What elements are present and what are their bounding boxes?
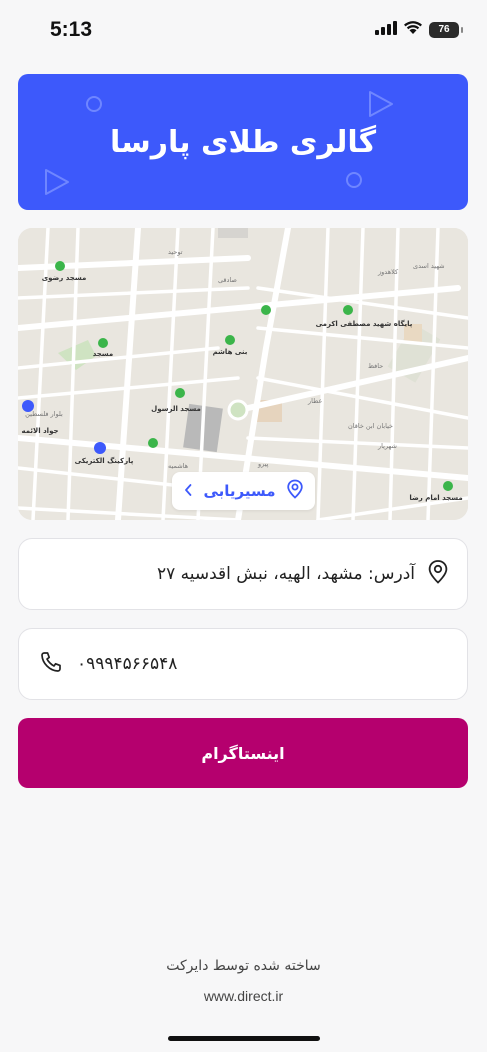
chevron-left-icon xyxy=(183,482,193,501)
map-label-parking: پارکینگ الکتریکی xyxy=(75,456,134,465)
map-label-masjed-rasool: مسجد الرسول xyxy=(151,405,201,413)
map-label-masjed-imam-reza: مسجد امام رضا xyxy=(409,494,462,502)
location-pin-icon xyxy=(286,479,304,503)
map-label-javad: جواد الائمه xyxy=(21,427,58,435)
phone-card[interactable]: ۰۹۹۹۴۵۶۶۵۴۸ xyxy=(18,628,468,700)
map-label-felestin: بلوار فلسطین xyxy=(25,410,63,418)
page-title: گالری طلای پارسا xyxy=(109,124,377,160)
battery-level: 76 xyxy=(438,24,450,35)
header-banner: گالری طلای پارسا xyxy=(18,74,468,210)
map-label-masjed: مسجد xyxy=(93,350,114,358)
footer-link[interactable]: www.direct.ir xyxy=(0,988,487,1004)
street-label-asadi: شهید اسدی xyxy=(413,262,445,270)
map-label-paygah: پایگاه شهید مصطفی اکرمی xyxy=(316,319,413,328)
street-label-ebn-khaghan: خیابان ابن خاقان xyxy=(348,422,393,430)
route-button[interactable]: مسیریابی xyxy=(172,472,315,510)
phone-icon xyxy=(39,650,63,678)
street-label-kolahdooz: کلاهدوز xyxy=(377,268,399,276)
status-bar: 5:13 76 xyxy=(0,0,487,60)
address-card[interactable]: آدرس: مشهد، الهیه، نبش اقدسیه ۲۷ xyxy=(18,538,468,610)
map-label-bani-hashem: بنی هاشم xyxy=(213,348,248,356)
street-label-tohid: توحید xyxy=(168,248,183,256)
location-pin-icon xyxy=(427,559,449,589)
street-label-hafez: حافظ xyxy=(368,362,383,370)
street-label-shahriar: شهریار xyxy=(377,442,397,450)
instagram-button[interactable]: اینستاگرام xyxy=(18,718,468,788)
home-indicator[interactable] xyxy=(168,1036,320,1041)
address-text: آدرس: مشهد، الهیه، نبش اقدسیه ۲۷ xyxy=(156,564,415,584)
phone-number: ۰۹۹۹۴۵۶۶۵۴۸ xyxy=(77,654,178,674)
wifi-icon xyxy=(403,20,423,39)
status-icons: 76 xyxy=(375,20,463,39)
status-time: 5:13 xyxy=(50,18,93,41)
street-label-sadeghi: صادقی xyxy=(218,276,237,284)
battery-icon: 76 xyxy=(429,21,463,38)
map-label-masjed-razavi: مسجد رضوی xyxy=(42,274,87,282)
route-button-label: مسیریابی xyxy=(203,482,276,500)
street-label-hashemiyeh: هاشمیه xyxy=(168,462,189,470)
street-label-attar: عطار xyxy=(307,397,322,405)
signal-icon xyxy=(375,20,397,39)
footer-made-by: ساخته شده توسط دایرکت xyxy=(166,958,321,974)
street-label-piroo: پیرو xyxy=(257,460,269,468)
